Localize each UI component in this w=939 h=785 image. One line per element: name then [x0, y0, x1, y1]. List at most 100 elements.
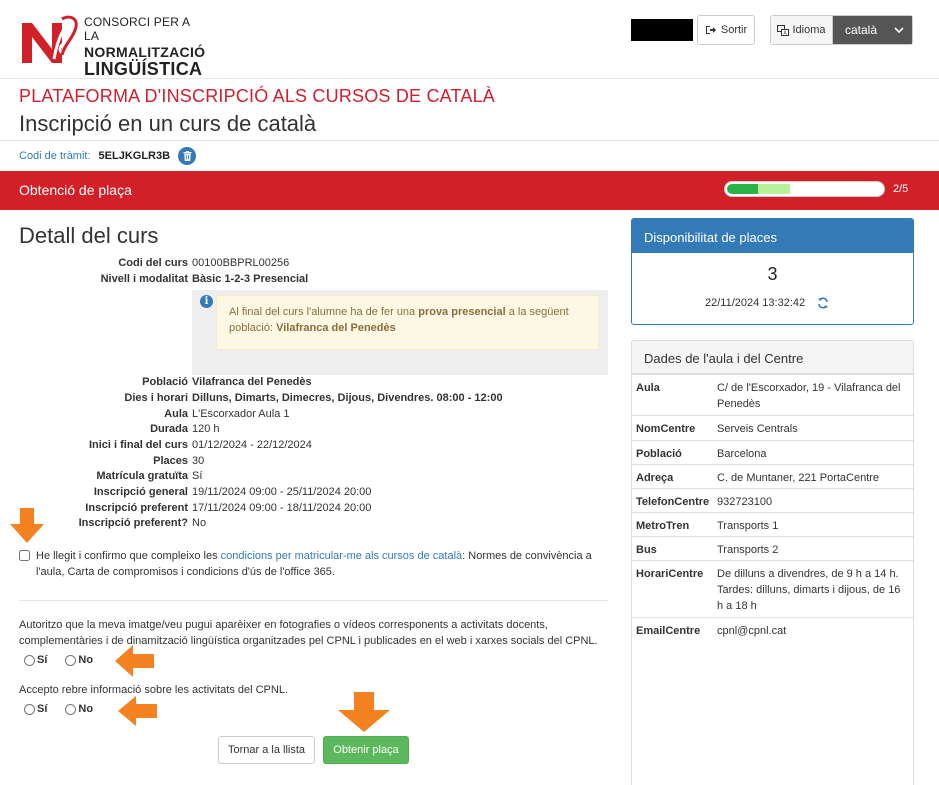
image-consent-no-radio[interactable]	[65, 654, 77, 666]
centre-value: Transports 1	[717, 520, 779, 532]
availability-title: Disponibilitat de places	[632, 219, 913, 253]
course-key: Inici i final del curs	[88, 439, 188, 451]
sign-out-icon	[705, 26, 716, 34]
course-key: Inscripció general	[93, 486, 188, 498]
info-consent-no[interactable]: No	[65, 703, 93, 715]
detail-title: Detall del curs	[19, 223, 159, 248]
conditions-checkbox[interactable]	[19, 550, 30, 561]
arrow-left-icon	[115, 645, 154, 677]
language-dropdown[interactable]: català	[833, 16, 912, 44]
divider	[0, 140, 939, 141]
centre-key: NomCentre	[636, 423, 696, 435]
centre-row: Bus Transports 2	[632, 536, 913, 560]
centre-key: Bus	[636, 544, 657, 556]
cpnl-logo-mark-icon	[22, 15, 78, 63]
platform-title: PLATAFORMA D'INSCRIPCIÓ ALS CURSOS DE CA…	[19, 86, 496, 106]
centre-value: cpnl@cpnl.cat	[717, 625, 787, 637]
centre-value: Barcelona	[717, 448, 767, 460]
step-bar: Obtenció de plaça 2/5	[0, 171, 939, 210]
progress-fill-current	[758, 184, 790, 194]
info-bold: prova presencial	[418, 306, 506, 318]
info-consent-options: Sí No	[24, 703, 93, 715]
course-key: Nivell i modalitat	[100, 273, 188, 285]
image-consent-options: Sí No	[24, 654, 93, 666]
language-label-box: A Idioma	[771, 16, 833, 44]
image-consent-text: Autoritzo que la meva imatge/veu pugui a…	[19, 619, 598, 647]
logout-button[interactable]: Sortir	[697, 15, 755, 45]
course-value: 30	[192, 455, 205, 467]
progress-bar	[724, 181, 885, 197]
conditions-link[interactable]: condicions per matricular-me als cursos …	[221, 550, 463, 562]
language-selector[interactable]: A Idioma català	[770, 15, 913, 45]
radio-label: Sí	[37, 654, 48, 666]
course-value: Sí	[192, 470, 203, 482]
info-icon: i	[200, 295, 213, 308]
get-place-button[interactable]: Obtenir plaça	[323, 736, 409, 764]
centre-key: MetroTren	[636, 520, 690, 532]
logo-line-3: LINGÜÍSTICA	[84, 59, 203, 79]
arrow-down-icon	[338, 692, 390, 732]
site-header: CONSORCI PER A LA NORMALITZACIÓ LINGÜÍST…	[0, 0, 939, 78]
arrow-left-icon	[118, 696, 157, 726]
course-key: Matrícula gratuïta	[96, 470, 188, 482]
logo-line-1: CONSORCI PER A LA	[84, 15, 190, 43]
course-value: 120 h	[192, 423, 220, 435]
image-consent-yes-radio[interactable]	[24, 654, 35, 666]
delete-tramit-button[interactable]	[178, 147, 197, 165]
language-icon: A	[777, 24, 790, 36]
refresh-icon[interactable]	[817, 297, 829, 309]
centre-key: TelefonCentre	[636, 496, 710, 508]
centre-row: EmailCentre cpnl@cpnl.cat	[632, 617, 913, 647]
logout-label: Sortir	[720, 24, 748, 36]
image-consent-yes[interactable]: Sí	[24, 654, 47, 666]
centre-key: Població	[636, 448, 682, 460]
course-value: 00100BBPRL00256	[192, 257, 290, 269]
trash-icon	[183, 151, 192, 161]
centre-row: HorariCentre De dilluns a divendres, de …	[632, 560, 913, 617]
centre-key: HorariCentre	[636, 568, 704, 580]
progress-text: 2/5	[893, 183, 909, 195]
course-value: 17/11/2024 09:00 - 18/11/2024 20:00	[192, 502, 372, 514]
course-key: Codi del curs	[118, 257, 188, 269]
info-consent-yes[interactable]: Sí	[24, 703, 47, 715]
info-bold: Vilafranca del Penedès	[276, 322, 396, 334]
centre-row: Població Barcelona	[632, 440, 913, 464]
course-key: Població	[142, 376, 188, 388]
conditions-text-before: He llegit i confirmo que compleixo les	[36, 550, 221, 562]
step-title: Obtenció de plaça	[19, 182, 132, 198]
course-key: Inscripció preferent?	[78, 517, 188, 529]
course-value: Vilafranca del Penedès	[192, 376, 312, 388]
radio-label: No	[78, 703, 94, 715]
course-key: Aula	[164, 408, 188, 420]
centre-key: Adreça	[636, 472, 674, 484]
info-consent-no-radio[interactable]	[65, 703, 77, 715]
centre-row: TelefonCentre 932723100	[632, 488, 913, 512]
progress-fill-done	[727, 184, 758, 194]
centre-value: Transports 2	[717, 544, 779, 556]
conditions-text: He llegit i confirmo que compleixo les c…	[19, 548, 599, 580]
availability-panel: Disponibilitat de places 3 22/11/2024 13…	[631, 218, 914, 325]
availability-datetime: 22/11/2024 13:32:42	[705, 297, 806, 309]
info-consent-text: Accepto rebre informació sobre les activ…	[19, 684, 289, 696]
centre-key: Aula	[636, 382, 660, 394]
course-value: 19/11/2024 09:00 - 25/11/2024 20:00	[192, 486, 372, 498]
info-consent-yes-radio[interactable]	[24, 703, 35, 715]
course-value: Dilluns, Dimarts, Dimecres, Dijous, Dive…	[192, 392, 503, 404]
availability-count: 3	[767, 264, 778, 284]
course-value: 01/12/2024 - 22/12/2024	[192, 439, 312, 451]
page-title: Inscripció en un curs de català	[19, 111, 317, 136]
centre-title: Dades de l'aula i del Centre	[632, 341, 913, 374]
back-to-list-button[interactable]: Tornar a la llista	[218, 736, 315, 764]
course-key: Durada	[150, 423, 188, 435]
cpnl-logo[interactable]: CONSORCI PER A LA NORMALITZACIÓ LINGÜÍST…	[18, 15, 205, 78]
centre-panel: Dades de l'aula i del Centre Aula C/ de …	[631, 340, 914, 785]
course-key: Inscripció preferent	[85, 502, 188, 514]
image-consent-no[interactable]: No	[65, 654, 93, 666]
centre-value: C/ de l'Escorxador, 19 - Vilafranca del …	[717, 382, 901, 410]
centre-key: EmailCentre	[636, 625, 701, 637]
centre-value: De dilluns a divendres, de 9 h a 14 h. T…	[717, 568, 901, 612]
arrow-down-icon	[10, 508, 44, 543]
course-value: No	[192, 517, 207, 529]
course-key: Places	[153, 455, 188, 467]
tramit-label: Codi de tràmit:	[19, 150, 91, 162]
